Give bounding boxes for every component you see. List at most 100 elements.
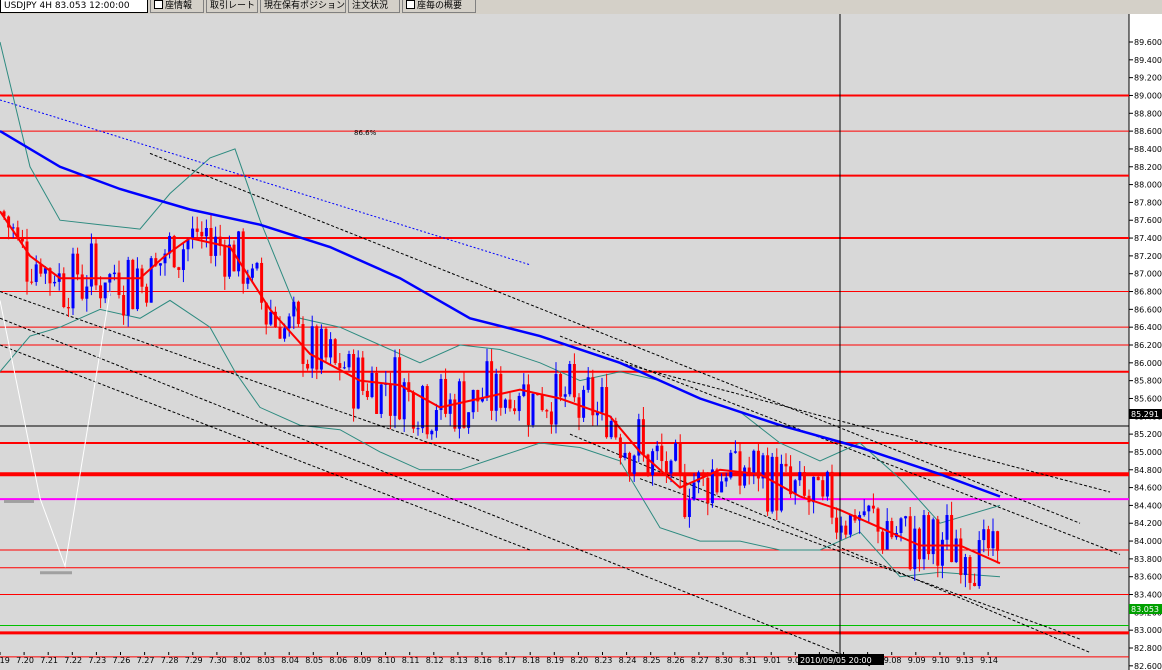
candle-body [724, 477, 728, 482]
candle-body [821, 480, 825, 497]
candle-body [462, 381, 466, 428]
candle-body [352, 354, 356, 409]
candle-body [177, 267, 181, 270]
candle-body [664, 461, 668, 474]
x-tick-label: 9.13 [956, 656, 974, 665]
tab-orders[interactable]: 注文状況 [348, 0, 400, 13]
y-tick-label: 87.800 [1134, 198, 1162, 207]
candle-body [347, 354, 351, 368]
candle-body [692, 482, 696, 500]
candle-body [540, 395, 544, 411]
tab-label: 取引レート [210, 1, 256, 11]
candle-body [844, 525, 848, 535]
y-tick-label: 85.200 [1134, 430, 1162, 439]
candle-body [678, 443, 682, 475]
x-tick-label: 8.23 [595, 656, 613, 665]
candle-body [554, 373, 558, 425]
candle-body [899, 518, 903, 533]
candle-body [126, 259, 130, 316]
candle-body [246, 277, 250, 284]
tab-account-info[interactable]: 座情報 [150, 0, 204, 13]
x-tick-label: 7.20 [16, 656, 34, 665]
candle-body [499, 373, 503, 408]
candle-body [963, 557, 967, 576]
candle-body [490, 361, 494, 411]
candle-body [149, 258, 153, 303]
x-tick-label: 8.31 [739, 656, 757, 665]
candle-body [457, 381, 461, 429]
y-tick-label: 83.800 [1134, 555, 1162, 564]
fibo-annotation: 86.6% [354, 129, 377, 137]
candle-body [549, 411, 553, 425]
candle-body [356, 357, 360, 409]
tab-label: 座毎の概要 [417, 1, 463, 11]
candle-body [867, 505, 871, 512]
candle-body [825, 471, 829, 497]
candle-body [214, 236, 218, 256]
candle-body [342, 367, 346, 369]
candle-body [545, 410, 549, 412]
x-tick-label: 8.25 [643, 656, 661, 665]
candle-body [881, 531, 885, 550]
candle-body [802, 472, 806, 496]
cursor-time-label: 2010/09/05 20:00 [798, 654, 884, 665]
x-tick-label: 8.30 [715, 656, 733, 665]
candle-body [683, 474, 687, 518]
candle-body [71, 253, 75, 309]
candle-body [982, 529, 986, 541]
candle-body [448, 399, 452, 414]
candle-body [99, 285, 103, 299]
candle-body [485, 361, 489, 398]
candle-body [319, 328, 323, 370]
candle-body [830, 471, 834, 518]
tab-positions[interactable]: 現在保有ポジション [260, 0, 346, 13]
candle-body [365, 390, 369, 398]
y-tick-label: 84.400 [1134, 501, 1162, 510]
y-tick-label: 85.600 [1134, 394, 1162, 403]
candle-body [181, 249, 185, 270]
candle-body [66, 307, 70, 309]
candle-body [729, 452, 733, 478]
y-tick-label: 89.000 [1134, 91, 1162, 100]
candle-body [195, 228, 199, 232]
y-tick-label: 89.600 [1134, 38, 1162, 47]
candle-body [375, 373, 379, 414]
y-tick-label: 86.600 [1134, 305, 1162, 314]
candle-body [568, 363, 572, 395]
candle-body [416, 428, 420, 430]
candle-body [885, 521, 889, 550]
candle-body [76, 253, 80, 275]
candle-body [204, 227, 208, 237]
candle-body [434, 410, 438, 431]
y-tick-label: 85.800 [1134, 377, 1162, 386]
candle-body [582, 389, 586, 418]
candle-body [158, 263, 162, 266]
x-tick-label: 7.21 [40, 656, 58, 665]
candle-body [660, 445, 664, 462]
tab-rates[interactable]: 取引レート [206, 0, 258, 13]
x-tick-label: 8.06 [329, 656, 347, 665]
y-tick-label: 84.000 [1134, 537, 1162, 546]
y-tick-label: 84.600 [1134, 484, 1162, 493]
candle-body [269, 311, 273, 325]
candle-body [223, 245, 227, 277]
y-tick-label: 84.800 [1134, 466, 1162, 475]
candle-body [34, 264, 38, 282]
tab-usdjpy-chart[interactable]: USDJPY 4H 83.053 12:00:00 [0, 0, 148, 13]
candle-body [237, 231, 241, 272]
price-chart[interactable]: 89.600 89.400 89.200 89.000 88.800 88.600 88.4… [0, 14, 1162, 670]
y-tick-label: 88.400 [1134, 145, 1162, 154]
x-tick-label: 7.23 [88, 656, 106, 665]
y-tick-label: 88.000 [1134, 181, 1162, 190]
candle-body [393, 357, 397, 416]
candle-body [306, 363, 310, 369]
candle-body [89, 243, 93, 287]
y-tick-label: 87.200 [1134, 252, 1162, 261]
candle-body [922, 515, 926, 560]
candle-body [798, 472, 802, 481]
x-tick-label: 8.27 [691, 656, 709, 665]
tab-account-summary[interactable]: 座毎の概要 [402, 0, 476, 13]
x-tick-label: 8.04 [281, 656, 299, 665]
x-tick-label: 7.28 [161, 656, 179, 665]
candle-body [388, 383, 392, 416]
